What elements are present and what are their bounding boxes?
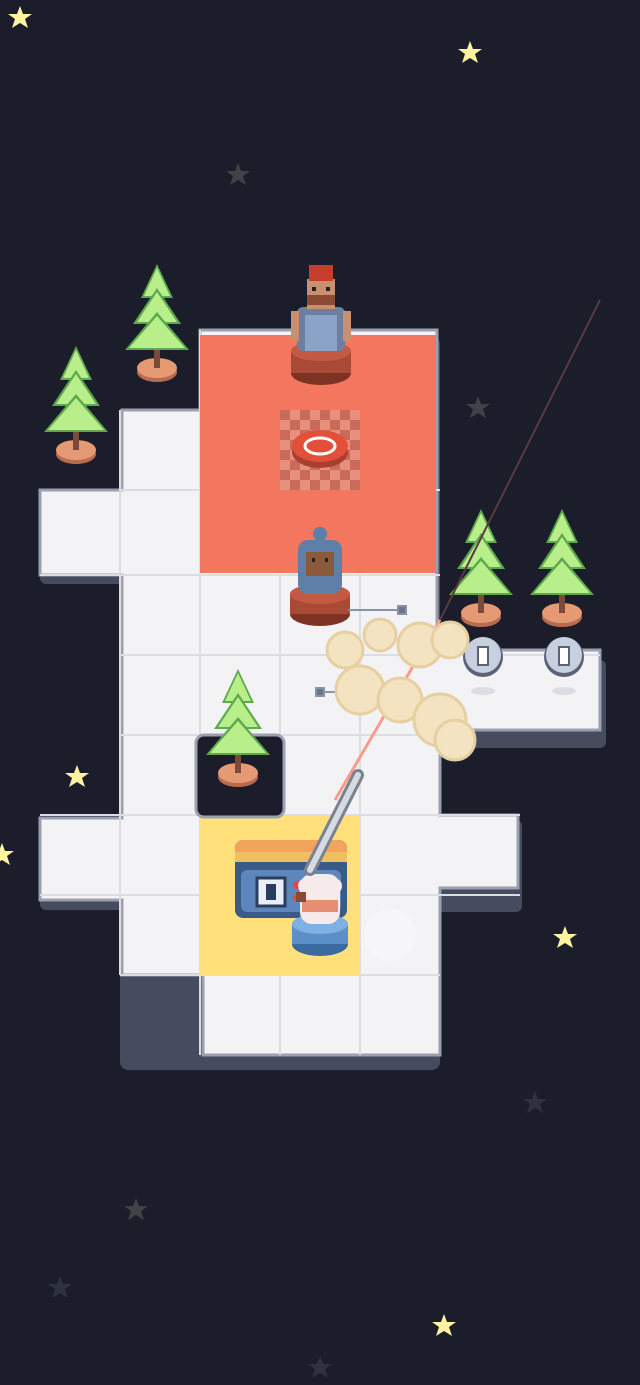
laser-beam	[439, 299, 601, 621]
game-scene[interactable]	[0, 0, 640, 1385]
star-icon	[48, 1276, 72, 1298]
star-icon	[8, 6, 32, 28]
farmer-npc[interactable]	[291, 265, 351, 385]
checkered-target-area	[280, 410, 360, 490]
tree-icon	[530, 509, 594, 627]
star-icon	[65, 765, 89, 787]
star-icon	[308, 1356, 332, 1378]
star-icon	[124, 1198, 148, 1220]
star-icon	[0, 843, 14, 865]
star-icon	[523, 1091, 547, 1113]
star-icon	[553, 926, 577, 948]
star-icon	[226, 163, 250, 185]
star-icon	[466, 396, 490, 418]
star-icon	[432, 1314, 456, 1336]
star-icon	[458, 41, 482, 63]
tree-icon	[125, 264, 189, 382]
light-glow	[364, 909, 416, 961]
player-character[interactable]	[292, 874, 348, 956]
tree-icon	[449, 509, 513, 627]
pressure-plate-icon	[292, 430, 348, 468]
tree-icon	[44, 346, 108, 464]
